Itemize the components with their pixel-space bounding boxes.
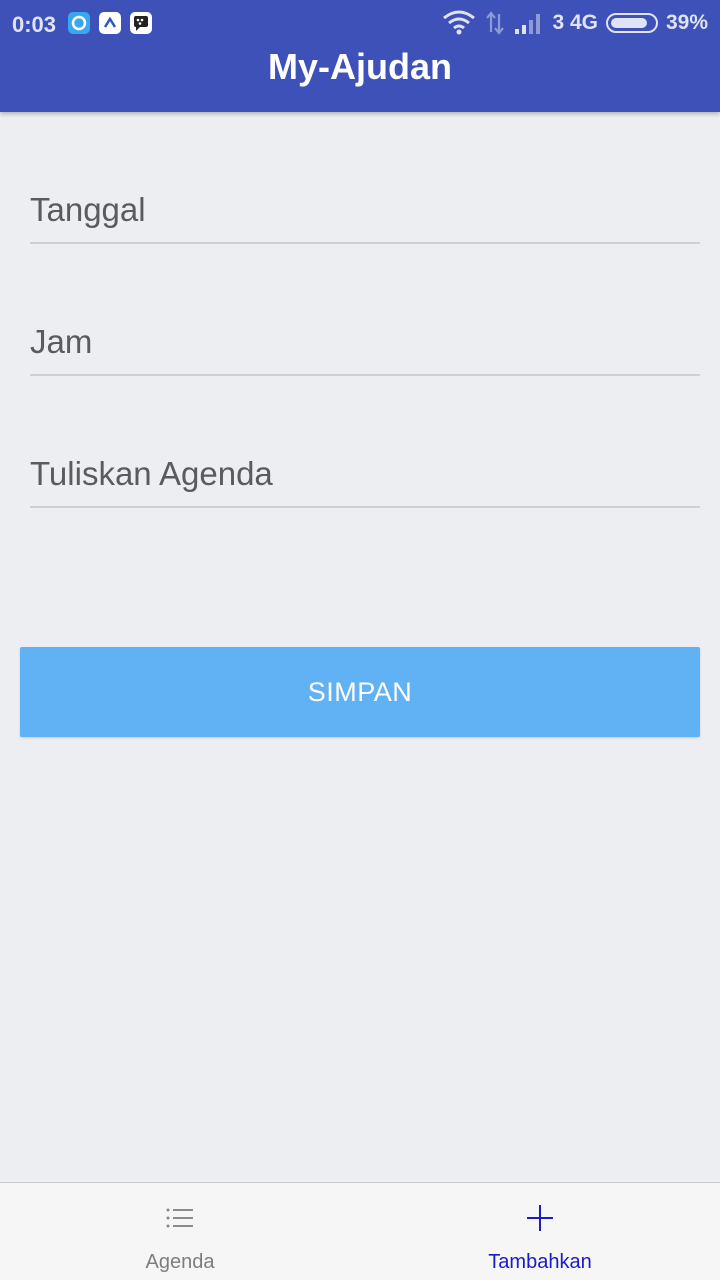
nav-item-tambahkan[interactable]: Tambahkan — [360, 1183, 720, 1280]
bottom-navigation: Agenda Tambahkan — [0, 1182, 720, 1280]
nav-label-agenda: Agenda — [145, 1251, 215, 1273]
status-indicators: 3 4G 39% — [442, 10, 708, 36]
battery-percent: 39% — [665, 11, 708, 34]
battery-level — [610, 18, 647, 28]
arrow-app-icon — [99, 12, 121, 34]
bbm-app-icon — [130, 12, 152, 34]
app-header: 0:03 3 4G 39% My-Ajudan — [0, 0, 720, 112]
circle-app-icon — [68, 12, 90, 34]
wifi-icon — [442, 10, 476, 36]
list-icon — [166, 1208, 193, 1228]
jam-field[interactable] — [30, 316, 700, 376]
status-bar: 0:03 3 4G 39% — [0, 0, 720, 48]
status-time: 0:03 — [12, 12, 57, 37]
agenda-field[interactable] — [30, 448, 700, 508]
page-title: My-Ajudan — [268, 46, 452, 87]
agenda-input[interactable] — [30, 448, 700, 506]
battery-icon — [605, 13, 658, 33]
jam-input[interactable] — [30, 316, 700, 374]
plus-icon — [527, 1205, 553, 1231]
save-button[interactable]: SIMPAN — [20, 647, 700, 737]
data-transfer-icon — [484, 10, 506, 36]
tanggal-field[interactable] — [30, 184, 700, 244]
tanggal-input[interactable] — [30, 184, 700, 242]
nav-item-agenda[interactable]: Agenda — [0, 1183, 360, 1280]
notification-icons — [68, 12, 152, 34]
network-type: 3 4G — [552, 11, 598, 34]
nav-label-tambahkan: Tambahkan — [488, 1251, 592, 1273]
signal-icon — [514, 11, 544, 35]
